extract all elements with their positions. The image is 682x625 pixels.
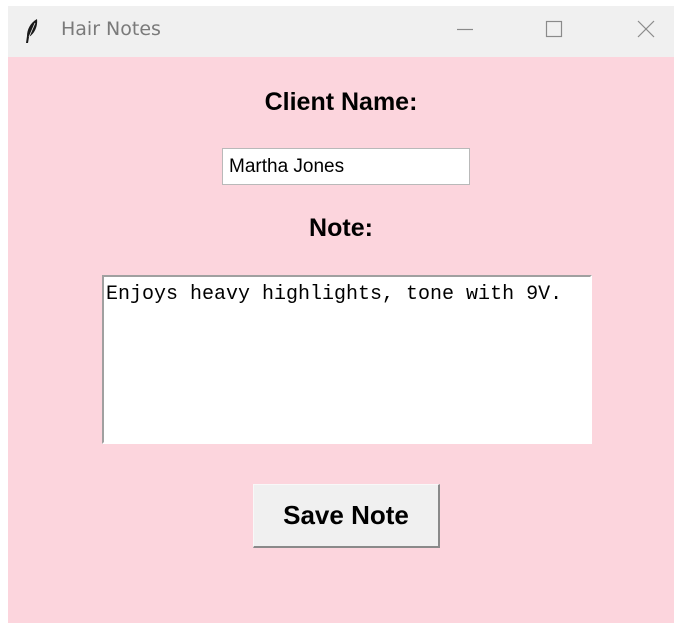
note-textarea[interactable]: Enjoys heavy highlights, tone with 9V. — [102, 275, 592, 444]
feather-icon — [24, 18, 40, 44]
client-name-input[interactable] — [222, 148, 470, 185]
client-name-label: Client Name: — [264, 88, 418, 116]
note-label: Note: — [309, 214, 373, 242]
minimize-icon — [455, 19, 475, 44]
save-note-button[interactable]: Save Note — [253, 484, 440, 548]
maximize-button[interactable] — [526, 6, 582, 57]
window-title: Hair Notes — [61, 18, 161, 40]
maximize-icon — [544, 19, 564, 44]
title-bar[interactable]: Hair Notes — [8, 6, 674, 57]
close-button[interactable] — [618, 6, 674, 57]
minimize-button[interactable] — [437, 6, 493, 57]
app-window: Hair Notes Client Name: Martha Jones Not… — [8, 6, 674, 623]
close-icon — [636, 19, 656, 44]
